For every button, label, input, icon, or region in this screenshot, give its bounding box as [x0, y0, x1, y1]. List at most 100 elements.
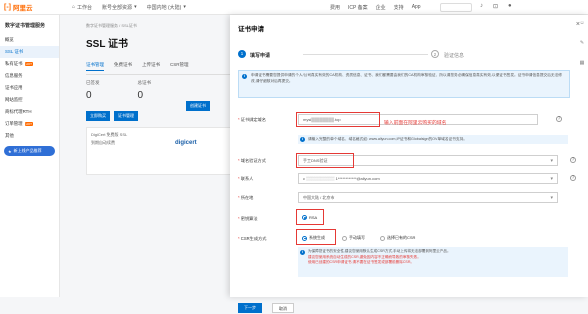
tab-upload-cert[interactable]: 上传证书: [142, 62, 160, 71]
buy-now-button[interactable]: 立即购买: [86, 111, 110, 121]
create-cert-button[interactable]: 创建证书: [186, 101, 210, 111]
verify-highlight-box: [296, 153, 354, 168]
csr-existing-radio[interactable]: 选择已有的CSR: [380, 235, 415, 241]
location-select[interactable]: 中国大陆 / 北京市 ▾: [298, 192, 558, 203]
sidebar-item-orders[interactable]: 订单管理 HOT: [0, 118, 59, 130]
tab-csr[interactable]: CSR管理: [170, 62, 189, 71]
sidebar-item-label: 订单管理: [5, 121, 23, 126]
chevron-down-icon: ▾: [550, 195, 553, 201]
stat-label: 总证书: [137, 80, 152, 85]
contact-select[interactable]: c ▒▒▒▒▒▒▒▒▒▒ 1************@aliyun.com ▾: [298, 173, 558, 184]
top-bar: [-] 阿里云 ⌂ 工作台 账号全部资源 ▾ 中国内地 (大陆) ▾ 费用 IC…: [0, 0, 588, 15]
step-1-label: 填写申请: [250, 52, 271, 59]
sidebar-item-label: 商标代理RTH: [5, 109, 32, 114]
hot-badge: HOT: [24, 122, 33, 126]
contact-label: * 联系人: [238, 176, 254, 181]
sidebar-item-info[interactable]: 信息服务: [0, 70, 59, 82]
chevron-down-icon: ▾: [550, 176, 553, 182]
csr-highlight-box: [296, 229, 336, 245]
top-links: 费用 ICP 备案 企业 支持 App: [330, 4, 421, 11]
tab-cert-manage[interactable]: 证书管理: [86, 62, 104, 71]
product-recommend-pill[interactable]: ★ 新上线产品推荐: [4, 146, 55, 156]
csr-label: * CSR生成方式: [238, 236, 267, 241]
region-selector[interactable]: 中国内地 (大陆) ▾: [147, 4, 186, 11]
sidebar-item-label: 私有证书: [5, 61, 23, 66]
breadcrumb: 数字证书管理服务 / SSL证书: [86, 23, 137, 28]
sidebar-title: 数字证书管理服务: [5, 23, 46, 29]
sidebar-item-label: 网站监控: [5, 97, 23, 102]
top-link-fees[interactable]: 费用: [330, 4, 340, 11]
top-icons: ♪ ⊡ ●: [480, 3, 512, 10]
aliyun-logo[interactable]: [-] 阿里云: [4, 2, 62, 13]
logo-text: 阿里云: [13, 5, 33, 12]
workbench-link[interactable]: ⌂ 工作台: [72, 4, 92, 11]
top-link-support[interactable]: 支持: [394, 4, 404, 11]
digicert-logo: digicert: [175, 140, 197, 146]
cancel-button[interactable]: 取消: [272, 303, 294, 313]
csr-manual-radio[interactable]: 手动填写: [342, 235, 365, 241]
digicert-card[interactable]: DigiCert 免费版 SSL 到期自动续费 digicert: [86, 127, 236, 175]
sidebar-item-label: SSL 证书: [5, 49, 24, 54]
stat-label: 已签发: [86, 80, 100, 85]
chevron-down-icon: ▾: [183, 4, 186, 10]
hot-badge: HOT: [24, 62, 33, 66]
step-2-label: 验证信息: [444, 52, 465, 59]
stats-row: 已签发 0 总证书 0: [86, 80, 236, 101]
chevron-down-icon: ▾: [134, 4, 137, 10]
top-link-enterprise[interactable]: 企业: [376, 4, 386, 11]
search-input[interactable]: [440, 3, 472, 12]
logo-mark: [-]: [4, 3, 11, 11]
sidebar-item-monitor[interactable]: 网站监控: [0, 94, 59, 106]
region-label: 中国内地 (大陆): [146, 4, 182, 11]
step-indicator: 1 填写申请 2 验证信息: [238, 50, 578, 60]
tab-free-cert[interactable]: 免费证书: [114, 62, 132, 71]
stat-value: 0: [137, 90, 144, 101]
location-value: 中国大陆 / 北京市: [303, 195, 335, 200]
sidebar-item-trademark[interactable]: 商标代理RTH: [0, 106, 59, 118]
contact-value: c: [303, 176, 305, 181]
chevron-down-icon: ▾: [550, 158, 553, 164]
next-button[interactable]: 下一步: [238, 303, 262, 313]
domain-tip: i 请输入完整的单个域名、域名格式如: www.aliyun.com,IP证书和…: [298, 135, 568, 144]
verify-label: * 域名验证方式: [238, 158, 266, 163]
main-content: 数字证书管理服务 / SSL证书 SSL 证书 证书管理 免费证书 上传证书 C…: [86, 15, 236, 297]
sidebar-item-ssl[interactable]: SSL 证书: [0, 46, 59, 58]
page-title: SSL 证书: [86, 39, 129, 50]
csr-option-label: 手动填写: [349, 235, 365, 240]
step-1-circle: 1: [238, 50, 246, 58]
csr-note-line-3: 使用已创建的CSR申请证书,请不要在证书签发或部署前删除CSR。: [308, 260, 415, 264]
info-icon: i: [300, 250, 305, 255]
sidebar-item-overview[interactable]: 概览: [0, 34, 59, 46]
avatar[interactable]: ●: [508, 3, 512, 10]
csr-option-label: 选择已有的CSR: [387, 235, 416, 240]
edit-icon[interactable]: ✎: [580, 40, 584, 46]
sidebar-item-label: 概览: [5, 37, 14, 42]
step-2-circle: 2: [431, 50, 439, 58]
stat-value: 0: [86, 90, 92, 101]
cart-icon[interactable]: ⊡: [493, 3, 498, 10]
account-label: 账号全部资源: [102, 4, 133, 11]
right-toolbar: ☺ ✎ ▦: [576, 20, 588, 295]
sidebar-item-private[interactable]: 私有证书 HOT: [0, 58, 59, 70]
radio-icon: [342, 235, 347, 241]
stat-total: 总证书 0: [138, 80, 152, 101]
tab-bar: 证书管理 免费证书 上传证书 CSR管理: [86, 62, 236, 75]
drawer-title: 证书申请: [238, 26, 264, 33]
account-selector[interactable]: 账号全部资源 ▾: [102, 4, 137, 11]
sidebar-item-label: 信息服务: [5, 73, 23, 78]
bell-icon[interactable]: ♪: [480, 3, 483, 10]
top-link-app[interactable]: App: [412, 4, 421, 11]
cert-manage-button[interactable]: 证书管理: [114, 111, 138, 121]
workbench-label: 工作台: [77, 4, 93, 11]
sidebar-item-apply[interactable]: 证书应用: [0, 82, 59, 94]
help-icon[interactable]: ?: [556, 116, 562, 122]
algo-highlight-box: [296, 209, 324, 225]
notice-text: 申请证书需要您提供申请的个人/公司真实有效的CA机构、资质信息、证书、我们都需要…: [251, 73, 562, 83]
top-link-icp[interactable]: ICP 备案: [348, 4, 368, 11]
algo-label: * 密钥算法: [238, 216, 258, 221]
chat-icon[interactable]: ☺: [579, 20, 584, 26]
grid-icon[interactable]: ▦: [580, 60, 585, 66]
sidebar-item-other[interactable]: 其他: [0, 130, 59, 142]
location-label: * 所在地: [238, 195, 254, 200]
info-icon: i: [300, 137, 305, 142]
